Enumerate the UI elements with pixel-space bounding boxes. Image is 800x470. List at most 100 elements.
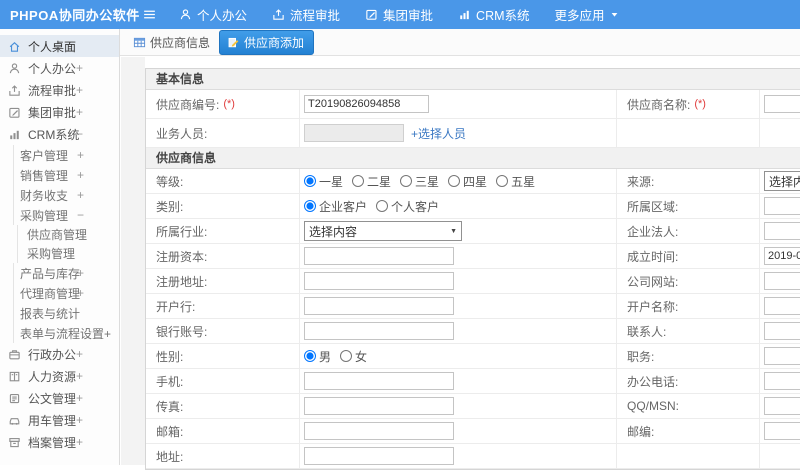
radio-button[interactable]: [304, 175, 316, 187]
nav-item-3[interactable]: 集团审批: [365, 5, 433, 24]
expand-toggle-icon[interactable]: +: [76, 61, 83, 75]
radio-option[interactable]: 女: [340, 348, 367, 365]
select-field[interactable]: 选择内容▼: [764, 171, 800, 191]
text-input[interactable]: [764, 347, 800, 365]
expand-toggle-icon[interactable]: +: [76, 369, 83, 383]
radio-group: 企业客户 个人客户: [304, 198, 439, 215]
sidebar-item[interactable]: 客户管理 +: [13, 145, 119, 165]
radio-button[interactable]: [448, 175, 461, 187]
radio-group: 男女: [304, 348, 367, 365]
text-input[interactable]: [304, 297, 454, 315]
text-input[interactable]: [764, 422, 800, 440]
text-input[interactable]: [304, 372, 454, 390]
field-label: 成立时间:: [617, 244, 760, 269]
radio-option[interactable]: 四星: [448, 173, 487, 190]
sidebar-item-label: 档案管理: [28, 435, 77, 450]
sidebar-item[interactable]: 行政办公 +: [0, 343, 119, 365]
sidebar-item[interactable]: 人力资源 +: [0, 365, 119, 387]
nav-item-label: 更多应用: [554, 9, 605, 23]
radio-option[interactable]: 企业客户: [304, 198, 367, 215]
radio-option[interactable]: 五星: [496, 173, 535, 190]
expand-toggle-icon[interactable]: +: [76, 391, 83, 405]
expand-toggle-icon[interactable]: +: [77, 286, 84, 300]
sidebar-item[interactable]: 供应商管理: [17, 225, 119, 244]
expand-toggle-icon[interactable]: +: [77, 168, 84, 182]
text-input[interactable]: [304, 247, 454, 265]
radio-option[interactable]: 一星: [304, 173, 343, 190]
nav-item-5[interactable]: 更多应用: [555, 5, 619, 24]
text-input[interactable]: [304, 397, 454, 415]
radio-option[interactable]: 男: [304, 348, 331, 365]
select-value: 选择内容: [769, 174, 800, 189]
sidebar-item[interactable]: 采购管理 −: [13, 205, 119, 225]
radio-option[interactable]: 二星: [352, 173, 391, 190]
expand-toggle-icon[interactable]: −: [77, 208, 84, 222]
text-input[interactable]: [764, 372, 800, 390]
expand-toggle-icon[interactable]: +: [76, 413, 83, 427]
radio-button[interactable]: [496, 175, 509, 187]
text-input[interactable]: [304, 447, 454, 465]
nav-item-4[interactable]: CRM系统: [458, 5, 530, 24]
text-input[interactable]: [764, 247, 800, 265]
text-input[interactable]: [764, 272, 800, 290]
sidebar-item[interactable]: 销售管理 +: [13, 165, 119, 185]
radio-button[interactable]: [376, 200, 389, 212]
sidebar-item[interactable]: 档案管理 +: [0, 431, 119, 453]
radio-button[interactable]: [400, 175, 413, 187]
text-input[interactable]: [764, 95, 800, 113]
expand-toggle-icon[interactable]: +: [76, 435, 83, 449]
expand-toggle-icon[interactable]: +: [76, 105, 83, 119]
tab-2[interactable]: 供应商添加: [219, 29, 315, 55]
sidebar-item[interactable]: 表单与流程设置+: [13, 323, 119, 343]
radio-option[interactable]: 三星: [400, 173, 439, 190]
tab-1[interactable]: 供应商信息: [133, 34, 210, 51]
expand-toggle-icon[interactable]: +: [77, 188, 84, 202]
radio-button[interactable]: [352, 175, 365, 187]
sidebar-item[interactable]: 产品与库存 +: [13, 263, 119, 283]
text-input[interactable]: [764, 322, 800, 340]
text-input[interactable]: [304, 272, 454, 290]
sidebar-item[interactable]: 用车管理 +: [0, 409, 119, 431]
form-row: 邮箱: 邮编:: [146, 419, 800, 444]
sidebar-item[interactable]: CRM系统 −: [0, 123, 119, 145]
text-input[interactable]: [764, 197, 800, 215]
sidebar-item[interactable]: 财务收支 +: [13, 185, 119, 205]
text-input[interactable]: [304, 422, 454, 440]
field-cell: [760, 319, 800, 344]
radio-button[interactable]: [340, 350, 353, 362]
expand-toggle-icon[interactable]: +: [76, 347, 83, 361]
sidebar-item[interactable]: 集团审批 +: [0, 101, 119, 123]
required-mark: (*): [694, 98, 706, 110]
radio-button[interactable]: [304, 350, 316, 362]
sidebar-item[interactable]: 采购管理: [17, 244, 119, 263]
select-person-link[interactable]: +选择人员: [411, 125, 466, 142]
select-arrow-icon: ▼: [450, 227, 457, 235]
staff-input[interactable]: [304, 124, 404, 142]
nav-item-2[interactable]: 流程审批: [272, 5, 340, 24]
nav-item-1[interactable]: 个人办公: [179, 5, 247, 24]
field-cell: [760, 90, 800, 119]
radio-button[interactable]: [304, 200, 316, 212]
text-input[interactable]: [304, 322, 454, 340]
expand-toggle-icon[interactable]: +: [77, 266, 84, 280]
expand-toggle-icon[interactable]: −: [76, 127, 83, 141]
select-field[interactable]: 选择内容▼: [304, 221, 462, 241]
sidebar-item[interactable]: 个人桌面: [0, 35, 119, 57]
text-input[interactable]: [764, 397, 800, 415]
text-input[interactable]: [304, 95, 429, 113]
field-label-text: 供应商名称:: [627, 97, 691, 112]
sidebar-item-label: 采购管理: [20, 208, 69, 223]
text-input[interactable]: [764, 222, 800, 240]
sidebar-item[interactable]: 个人办公 +: [0, 57, 119, 79]
text-input[interactable]: [764, 297, 800, 315]
form-row: 开户行: 开户名称:: [146, 294, 800, 319]
sidebar-item[interactable]: 流程审批 +: [0, 79, 119, 101]
sidebar-item[interactable]: 公文管理 +: [0, 387, 119, 409]
sidebar-item[interactable]: 代理商管理 +: [13, 283, 119, 303]
sidebar-item[interactable]: 报表与统计: [13, 303, 119, 323]
radio-option[interactable]: 个人客户: [376, 198, 439, 215]
expand-toggle-icon[interactable]: +: [77, 148, 84, 162]
expand-toggle-icon[interactable]: +: [76, 83, 83, 97]
form-row: 等级: 一星 二星 三星 四星 五星 来源: 选择内容▼: [146, 169, 800, 194]
hamburger-menu-button[interactable]: [142, 7, 157, 22]
